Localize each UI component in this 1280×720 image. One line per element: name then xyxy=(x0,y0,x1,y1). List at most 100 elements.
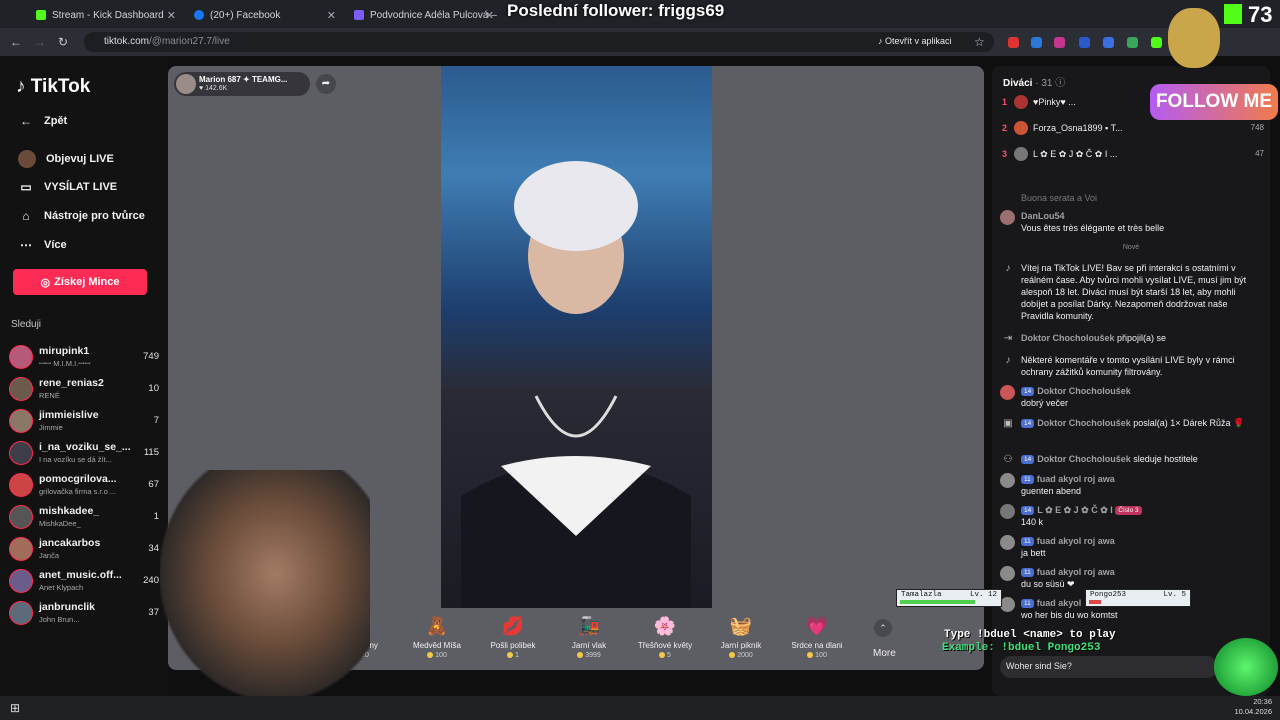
facebook-favicon-icon xyxy=(194,10,204,20)
gift-price: 100 xyxy=(402,652,472,659)
avatar[interactable] xyxy=(1000,535,1015,550)
more-gifts-button[interactable]: More xyxy=(873,648,896,659)
close-tab-icon[interactable]: ✕ xyxy=(485,9,494,22)
chat-input[interactable]: Woher sind Sie? xyxy=(1000,656,1218,678)
reload-icon[interactable]: ↻ xyxy=(58,35,68,49)
share-icon[interactable]: ➦ xyxy=(316,74,336,94)
rank: 1 xyxy=(1002,97,1008,107)
gift-name: Srdce na dlani xyxy=(791,641,843,650)
sidebar-item-creator-tools[interactable]: ⌂ Nástroje pro tvůrce xyxy=(18,209,145,223)
system-clock[interactable]: 20:36 10.04.2026 xyxy=(1234,697,1272,717)
extension-icon[interactable] xyxy=(1054,37,1065,48)
gift-item[interactable]: 🚂 Jarní vlak 3999 xyxy=(554,614,624,659)
likes-count: 142.6K xyxy=(205,85,228,92)
get-coins-button[interactable]: ◎ Získej Mince xyxy=(13,269,147,295)
message-text: dobrý večer xyxy=(1021,398,1069,408)
gift-item[interactable]: 🧺 Jarní piknik 2000 xyxy=(706,614,776,659)
extension-icon[interactable] xyxy=(1031,37,1042,48)
extension-icon[interactable] xyxy=(1103,37,1114,48)
address-bar[interactable]: tiktok.com/@marion27.7/live xyxy=(84,32,994,52)
bookmark-star-icon[interactable]: ☆ xyxy=(974,35,985,49)
host-likes: ♥ 142.6K xyxy=(199,85,227,92)
chat-username[interactable]: Doktor Chocholoušek xyxy=(1021,333,1115,343)
live-video[interactable] xyxy=(441,66,712,608)
coin-icon xyxy=(577,652,584,659)
clock-date: 10.04.2026 xyxy=(1234,707,1272,716)
back-label: Zpět xyxy=(44,115,68,127)
tab-label: Podvodnice Adéla Pulcová – sh xyxy=(370,9,498,21)
gift-item[interactable]: 💋 Pošli polibek 1 xyxy=(478,614,548,659)
following-name: anet_music.off... xyxy=(39,569,122,581)
chevron-up-icon[interactable]: ⌃ xyxy=(874,619,892,637)
chat-username[interactable]: L ✿ E ✿ J ✿ Č ✿ I xyxy=(1037,505,1113,515)
gift-item[interactable]: 💗 Srdce na dlani 100 xyxy=(782,614,852,659)
following-item[interactable]: i_na_voziku_se_... I na vozíku se dá žít.… xyxy=(9,439,159,469)
back-link[interactable]: ← Zpět xyxy=(18,114,67,128)
gift-price-value: 3999 xyxy=(585,652,601,659)
following-item[interactable]: anet_music.off... Anet Klypach 240 xyxy=(9,567,159,597)
avatar[interactable] xyxy=(1000,566,1015,581)
following-sub: John Brun... xyxy=(39,615,80,624)
webcam-overlay xyxy=(160,470,370,700)
following-item[interactable]: janbrunclik John Brun... 37 xyxy=(9,599,159,629)
viewer-count: 749 xyxy=(143,351,159,362)
sidebar-item-more[interactable]: ⋯ Více xyxy=(18,238,67,252)
chat-username[interactable]: Doktor Chocholoušek xyxy=(1037,454,1131,464)
avatar[interactable] xyxy=(1000,504,1015,519)
avatar[interactable] xyxy=(1000,210,1015,225)
viewer-count: 115 xyxy=(143,447,159,458)
tiktok-logo[interactable]: ♪ TikTok xyxy=(16,76,90,98)
rose-gift-icon: 🌹 xyxy=(1233,418,1245,428)
extension-icon[interactable] xyxy=(1127,37,1138,48)
avatar[interactable] xyxy=(1000,473,1015,488)
coin-icon: ◎ xyxy=(40,276,51,289)
gift-item[interactable]: 🌸 Třešňové květy 5 xyxy=(630,614,700,659)
top-viewer-row[interactable]: 3 L ✿ E ✿ J ✿ Č ✿ I ... 47 xyxy=(1002,147,1264,163)
chat-username[interactable]: fuad akyol roj awa xyxy=(1037,567,1115,577)
following-name: jancakarbos xyxy=(39,537,101,549)
top-viewer-row[interactable]: 2 Forza_Osna1899 ▪ T... 748 xyxy=(1002,121,1264,137)
following-item[interactable]: jancakarbos Janča 34 xyxy=(9,535,159,565)
viewer-count: 67 xyxy=(148,479,159,490)
chat-username[interactable]: fuad akyol roj awa xyxy=(1037,536,1115,546)
tab-kick-dashboard[interactable]: Stream - Kick Dashboard ✕ xyxy=(30,4,180,26)
avatar[interactable] xyxy=(1000,597,1015,612)
viewers-header[interactable]: Diváci · 31 ⓘ xyxy=(1003,74,1065,89)
chat-username[interactable]: Doktor Chocholoušek xyxy=(1037,418,1131,428)
extension-icon[interactable] xyxy=(1079,37,1090,48)
chat-username[interactable]: fuad akyol roj awa xyxy=(1037,474,1115,484)
host-avatar[interactable] xyxy=(176,74,196,94)
following-sub: ꟷꟷ M.I.M.I.ꟷꟷ xyxy=(39,359,91,368)
back-arrow-icon[interactable]: ← xyxy=(10,35,22,49)
level-badge: 14 xyxy=(1021,387,1035,397)
sidebar-item-go-live[interactable]: ▭ VYSÍLAT LIVE xyxy=(18,180,117,194)
following-item[interactable]: mishkadee_ MishkaDee_ 1 xyxy=(9,503,159,533)
coin-icon xyxy=(729,652,736,659)
windows-start-icon[interactable]: ⊞ xyxy=(10,701,20,715)
chat-username[interactable]: Doktor Chocholoušek xyxy=(1037,386,1131,396)
home-icon: ⌂ xyxy=(22,209,30,223)
extension-icon[interactable] xyxy=(1151,37,1162,48)
open-in-app-button[interactable]: ♪ Otevřít v aplikaci xyxy=(878,36,952,46)
chat-username[interactable]: DanLou54 xyxy=(1021,210,1261,222)
following-item[interactable]: pomocgrilova... grilovačka firma s.r.o ..… xyxy=(9,471,159,501)
gift-item[interactable]: 🧸 Medvěd Míša 100 xyxy=(402,614,472,659)
info-icon[interactable]: ⓘ xyxy=(1055,78,1065,89)
tab-podvodnice[interactable]: Podvodnice Adéla Pulcová – sh ✕ xyxy=(348,4,498,26)
following-sub: grilovačka firma s.r.o ... xyxy=(39,487,117,496)
following-item[interactable]: jimmieislive Jimmie 7 xyxy=(9,407,159,437)
gift-price: 100 xyxy=(782,652,852,659)
sidebar-item-discover-live[interactable]: Objevuj LIVE xyxy=(18,150,114,168)
close-tab-icon[interactable]: ✕ xyxy=(327,9,336,22)
chat-username[interactable]: fuad akyol xyxy=(1037,598,1082,608)
extension-icon[interactable] xyxy=(1008,37,1019,48)
close-tab-icon[interactable]: ✕ xyxy=(167,9,176,22)
rank: 3 xyxy=(1002,149,1008,159)
following-item[interactable]: mirupink1 ꟷꟷ M.I.M.I.ꟷꟷ 749 xyxy=(9,343,159,373)
viewer-count: 7 xyxy=(153,415,159,426)
avatar[interactable] xyxy=(1000,385,1015,400)
tab-facebook[interactable]: (20+) Facebook ✕ xyxy=(188,4,340,26)
gift-price-value: 5 xyxy=(667,652,671,659)
following-item[interactable]: rene_renias2 RENÉ 10 xyxy=(9,375,159,405)
forward-arrow-icon[interactable]: → xyxy=(34,35,46,49)
